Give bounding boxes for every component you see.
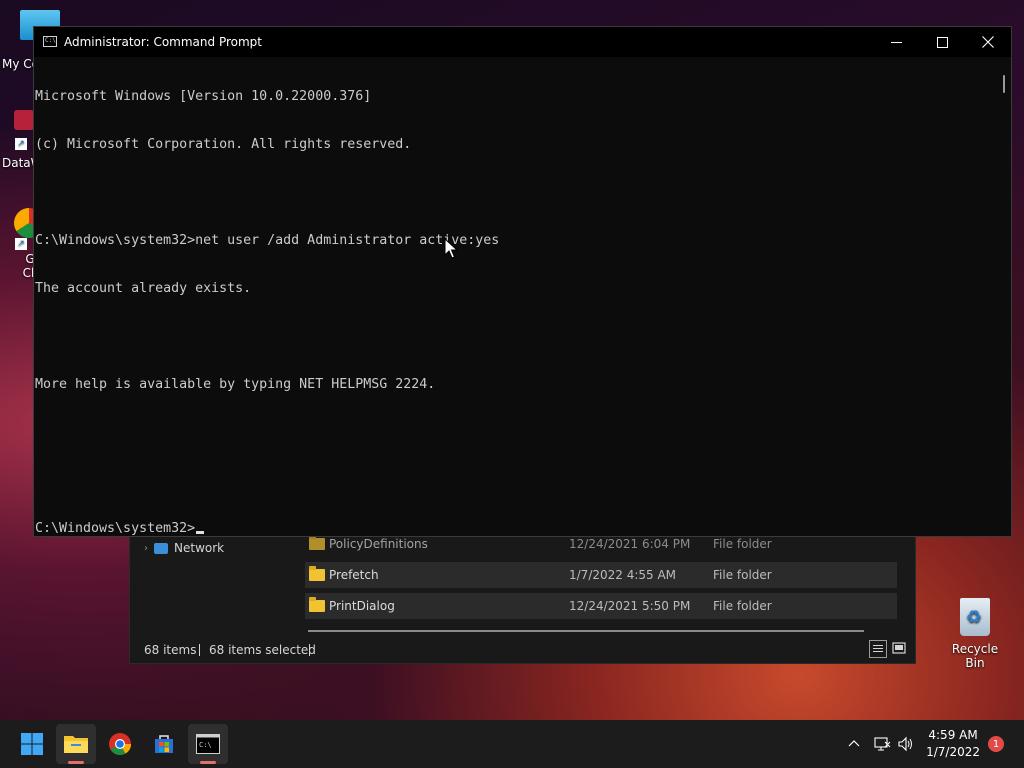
minimize-icon: [890, 41, 902, 43]
clock-time: 4:59 AM: [928, 728, 978, 742]
shortcut-arrow-icon: ↗: [15, 138, 27, 150]
console-line: (c) Microsoft Corporation. All rights re…: [35, 137, 412, 152]
console-line: C:\Windows\system32>net user /add Admini…: [35, 233, 500, 248]
console-prompt-line[interactable]: C:\Windows\system32>: [35, 521, 994, 537]
clock-button[interactable]: 4:59 AM 1/7/2022: [926, 727, 980, 761]
console-line: Microsoft Windows [Version 10.0.22000.37…: [35, 89, 372, 104]
taskbar-store[interactable]: [144, 724, 184, 764]
status-divider: [309, 644, 310, 656]
svg-text:C:\: C:\: [199, 741, 212, 749]
file-date: 12/24/2021 5:50 PM: [569, 599, 691, 613]
maximize-button[interactable]: [919, 27, 965, 57]
cmd-icon: [43, 36, 57, 47]
speaker-icon: [898, 736, 912, 752]
minimize-button[interactable]: [873, 27, 919, 57]
running-indicator: [200, 761, 216, 764]
file-date: 1/7/2022 4:55 AM: [569, 568, 677, 582]
mouse-pointer-icon: [444, 238, 458, 259]
text-cursor: [196, 531, 205, 534]
close-icon: [982, 36, 994, 48]
selected-count: 68 items selected: [209, 643, 316, 657]
vertical-scrollbar[interactable]: [1003, 75, 1005, 93]
desktop-icon-recycle-bin[interactable]: ♻ Recycle Bin: [942, 598, 1008, 670]
network-status-button[interactable]: [873, 720, 891, 768]
terminal-icon: C:\: [196, 734, 220, 754]
notification-badge[interactable]: 1: [988, 736, 1004, 752]
chrome-icon: [109, 733, 131, 755]
file-type: File folder: [713, 568, 772, 582]
clock-date: 1/7/2022: [926, 745, 980, 759]
show-hidden-icons-button[interactable]: [846, 720, 862, 768]
running-indicator: [68, 761, 84, 764]
console-line: The account already exists.: [35, 281, 252, 296]
window-title: Administrator: Command Prompt: [64, 35, 262, 49]
file-explorer-icon: [64, 736, 88, 753]
thumbnail-view-icon[interactable]: [891, 640, 909, 658]
app-icon: [14, 110, 34, 130]
shortcut-arrow-icon: ↗: [15, 238, 27, 250]
horizontal-scrollbar[interactable]: [308, 630, 864, 632]
start-button[interactable]: [12, 724, 52, 764]
taskbar-chrome[interactable]: [100, 724, 140, 764]
taskbar-file-explorer[interactable]: [56, 724, 96, 764]
console-prompt: C:\Windows\system32>: [35, 521, 196, 536]
maximize-icon: [936, 36, 948, 48]
console-line: More help is available by typing NET HEL…: [35, 377, 436, 392]
desktop-icon-label: Recycle Bin: [951, 642, 999, 670]
title-bar[interactable]: Administrator: Command Prompt: [34, 27, 1011, 57]
status-bar: 68 items 68 items selected: [130, 637, 915, 663]
start-icon: [21, 733, 43, 755]
folder-icon: [309, 566, 325, 581]
item-count: 68 items: [144, 643, 197, 657]
chevron-up-icon: [848, 740, 860, 747]
status-divider: [199, 644, 200, 656]
command-prompt-window[interactable]: Administrator: Command Prompt Microsoft …: [33, 26, 1012, 537]
network-icon: [874, 737, 891, 751]
folder-icon: [309, 597, 325, 612]
file-type: File folder: [713, 599, 772, 613]
file-name: Prefetch: [329, 568, 379, 582]
recycle-bin-icon: ♻: [960, 598, 990, 636]
file-name: PrintDialog: [329, 599, 395, 613]
taskbar: C:\ 4:59 AM 1/7/2022 1: [0, 720, 1024, 768]
console-output[interactable]: Microsoft Windows [Version 10.0.22000.37…: [34, 57, 994, 536]
taskbar-command-prompt[interactable]: C:\: [188, 724, 228, 764]
details-view-icon[interactable]: [869, 640, 887, 658]
close-button[interactable]: [965, 27, 1011, 57]
volume-button[interactable]: [897, 720, 915, 768]
file-row[interactable]: PrintDialog 12/24/2021 5:50 PM File fold…: [305, 593, 897, 619]
store-icon: [155, 735, 173, 753]
